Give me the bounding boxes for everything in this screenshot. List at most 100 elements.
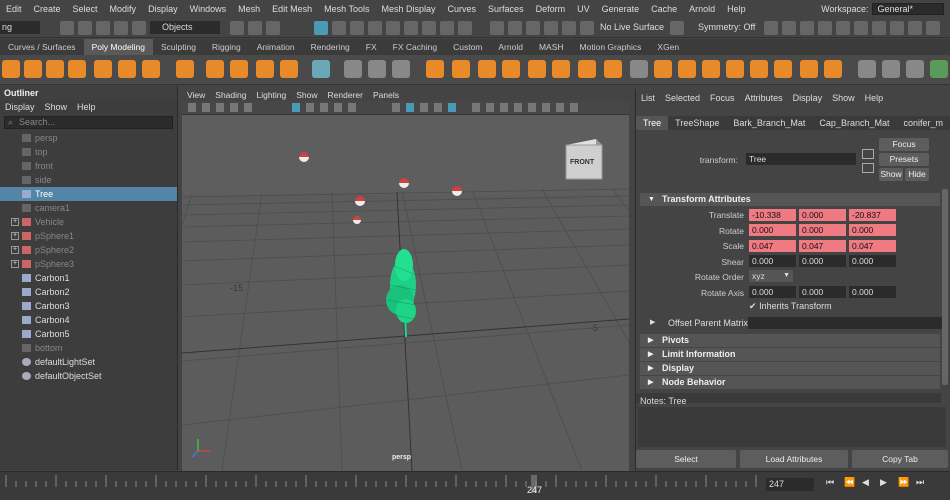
shelf-tab-arnold[interactable]: Arnold bbox=[490, 39, 531, 55]
translate-x-field[interactable]: -10.338 bbox=[749, 209, 796, 221]
toggle-attr-editor-icon[interactable] bbox=[908, 21, 922, 35]
viewport-menu-shading[interactable]: Shading bbox=[210, 89, 251, 101]
menu-mesh-tools[interactable]: Mesh Tools bbox=[318, 4, 375, 14]
outliner-item[interactable]: side bbox=[0, 173, 177, 187]
input-connection-icon[interactable] bbox=[862, 149, 874, 159]
arnold-ipr-icon[interactable] bbox=[872, 21, 886, 35]
mask-dynamics-icon[interactable] bbox=[422, 21, 436, 35]
attr-menu-selected[interactable]: Selected bbox=[660, 93, 705, 103]
planar-map-icon[interactable] bbox=[858, 60, 876, 78]
go-to-start-icon[interactable]: ⏮ bbox=[826, 477, 834, 488]
snap-grid-icon[interactable] bbox=[490, 21, 504, 35]
boolean-icon[interactable] bbox=[426, 60, 444, 78]
expand-icon[interactable]: + bbox=[11, 246, 19, 254]
depth-of-field-icon[interactable] bbox=[514, 103, 522, 112]
time-slider[interactable]: 247 247 ⏮ ⏪ ◀ ▶ ⏩ ⏭ bbox=[0, 471, 950, 500]
rotate-axis-y-field[interactable]: 0.000 bbox=[799, 286, 846, 298]
expand-icon[interactable]: + bbox=[11, 232, 19, 240]
menu-set-dropdown[interactable]: ng bbox=[0, 21, 40, 34]
outliner-item[interactable]: persp bbox=[0, 131, 177, 145]
outliner-item[interactable]: + pSphere1 bbox=[0, 229, 177, 243]
shear-z-field[interactable]: 0.000 bbox=[849, 255, 896, 267]
bridge-icon[interactable] bbox=[502, 60, 520, 78]
extrude-icon[interactable] bbox=[478, 60, 496, 78]
menu-display[interactable]: Display bbox=[142, 4, 184, 14]
new-scene-icon[interactable] bbox=[60, 21, 74, 35]
rotate-z-field[interactable]: 0.000 bbox=[849, 224, 896, 236]
rotate-y-field[interactable]: 0.000 bbox=[799, 224, 846, 236]
menu-help[interactable]: Help bbox=[721, 4, 752, 14]
poly-cylinder-icon[interactable] bbox=[46, 60, 64, 78]
translate-y-field[interactable]: 0.000 bbox=[799, 209, 846, 221]
transform-attributes-section[interactable]: ▼ Transform Attributes bbox=[640, 193, 940, 206]
anti-alias-icon[interactable] bbox=[500, 103, 508, 112]
quad-draw-icon[interactable] bbox=[654, 60, 672, 78]
make-live-icon[interactable] bbox=[580, 21, 594, 35]
carbon-sphere[interactable] bbox=[399, 178, 409, 188]
multi-cut-icon[interactable] bbox=[578, 60, 596, 78]
collapse-icon[interactable] bbox=[800, 60, 818, 78]
expand-icon[interactable]: + bbox=[11, 218, 19, 226]
select-by-component-icon[interactable] bbox=[350, 21, 364, 35]
snap-surface-icon[interactable] bbox=[562, 21, 576, 35]
shelf-tab-poly-modeling[interactable]: Poly Modeling bbox=[83, 39, 153, 55]
isolate-select-icon[interactable] bbox=[528, 103, 536, 112]
mask-curve-icon[interactable] bbox=[368, 21, 382, 35]
mirror-icon[interactable] bbox=[452, 60, 470, 78]
select-by-object-icon[interactable] bbox=[332, 21, 346, 35]
insert-edge-loop-icon[interactable] bbox=[702, 60, 720, 78]
hide-button[interactable]: Hide bbox=[905, 168, 929, 181]
attr-section-node-behavior[interactable]: ▶ Node Behavior bbox=[640, 376, 940, 389]
textured-icon[interactable] bbox=[434, 103, 442, 112]
mask-misc-icon[interactable] bbox=[458, 21, 472, 35]
attr-tab[interactable]: Bark_Branch_Mat bbox=[726, 116, 812, 130]
symmetry-icon[interactable] bbox=[670, 21, 684, 35]
carbon-sphere[interactable] bbox=[355, 196, 365, 206]
mask-surface-icon[interactable] bbox=[386, 21, 400, 35]
menu-mesh-display[interactable]: Mesh Display bbox=[376, 4, 442, 14]
shear-y-field[interactable]: 0.000 bbox=[799, 255, 846, 267]
outliner-item[interactable]: Carbon5 bbox=[0, 327, 177, 341]
snap-point-icon[interactable] bbox=[526, 21, 540, 35]
expand-icon[interactable]: + bbox=[11, 260, 19, 268]
shelf-tab-rigging[interactable]: Rigging bbox=[204, 39, 249, 55]
modeling-toolkit-icon[interactable] bbox=[312, 60, 330, 78]
ipr-render-icon[interactable] bbox=[800, 21, 814, 35]
menu-surfaces[interactable]: Surfaces bbox=[482, 4, 530, 14]
target-weld-icon[interactable] bbox=[604, 60, 622, 78]
camera-attributes-icon[interactable] bbox=[216, 103, 224, 112]
shelf-tab-rendering[interactable]: Rendering bbox=[303, 39, 358, 55]
scale-y-field[interactable]: 0.047 bbox=[799, 240, 846, 252]
symmetry-dropdown[interactable]: Symmetry: Off bbox=[698, 22, 755, 32]
automatic-map-icon[interactable] bbox=[882, 60, 900, 78]
save-scene-icon[interactable] bbox=[96, 21, 110, 35]
attr-menu-show[interactable]: Show bbox=[827, 93, 860, 103]
menu-uv[interactable]: UV bbox=[571, 4, 596, 14]
menu-edit[interactable]: Edit bbox=[0, 4, 28, 14]
attr-menu-list[interactable]: List bbox=[636, 93, 660, 103]
xray-icon[interactable] bbox=[542, 103, 550, 112]
current-frame-field[interactable]: 247 bbox=[766, 478, 814, 491]
field-chart-icon[interactable] bbox=[348, 103, 356, 112]
select-camera-icon[interactable] bbox=[188, 103, 196, 112]
menu-generate[interactable]: Generate bbox=[596, 4, 646, 14]
platonic-solid-icon[interactable] bbox=[176, 60, 194, 78]
poly-cube-icon[interactable] bbox=[24, 60, 42, 78]
workspace-selector[interactable]: Workspace: General* bbox=[821, 3, 944, 15]
outliner-item[interactable]: Carbon1 bbox=[0, 271, 177, 285]
super-shape-icon[interactable] bbox=[206, 60, 224, 78]
rotate-axis-z-field[interactable]: 0.000 bbox=[849, 286, 896, 298]
resolution-gate-icon[interactable] bbox=[320, 103, 328, 112]
viewport-menu-show[interactable]: Show bbox=[291, 89, 322, 101]
object-mode-icon[interactable] bbox=[248, 21, 262, 35]
outliner-item[interactable]: camera1 bbox=[0, 201, 177, 215]
redo-icon[interactable] bbox=[132, 21, 146, 35]
append-polygon-icon[interactable] bbox=[750, 60, 768, 78]
notes-field[interactable] bbox=[638, 407, 946, 447]
menu-mesh[interactable]: Mesh bbox=[232, 4, 266, 14]
outliner-item[interactable]: + Vehicle bbox=[0, 215, 177, 229]
bookmarks-icon[interactable] bbox=[230, 103, 238, 112]
step-forward-icon[interactable]: ⏩ bbox=[898, 477, 909, 488]
menu-modify[interactable]: Modify bbox=[104, 4, 143, 14]
attr-menu-help[interactable]: Help bbox=[860, 93, 889, 103]
